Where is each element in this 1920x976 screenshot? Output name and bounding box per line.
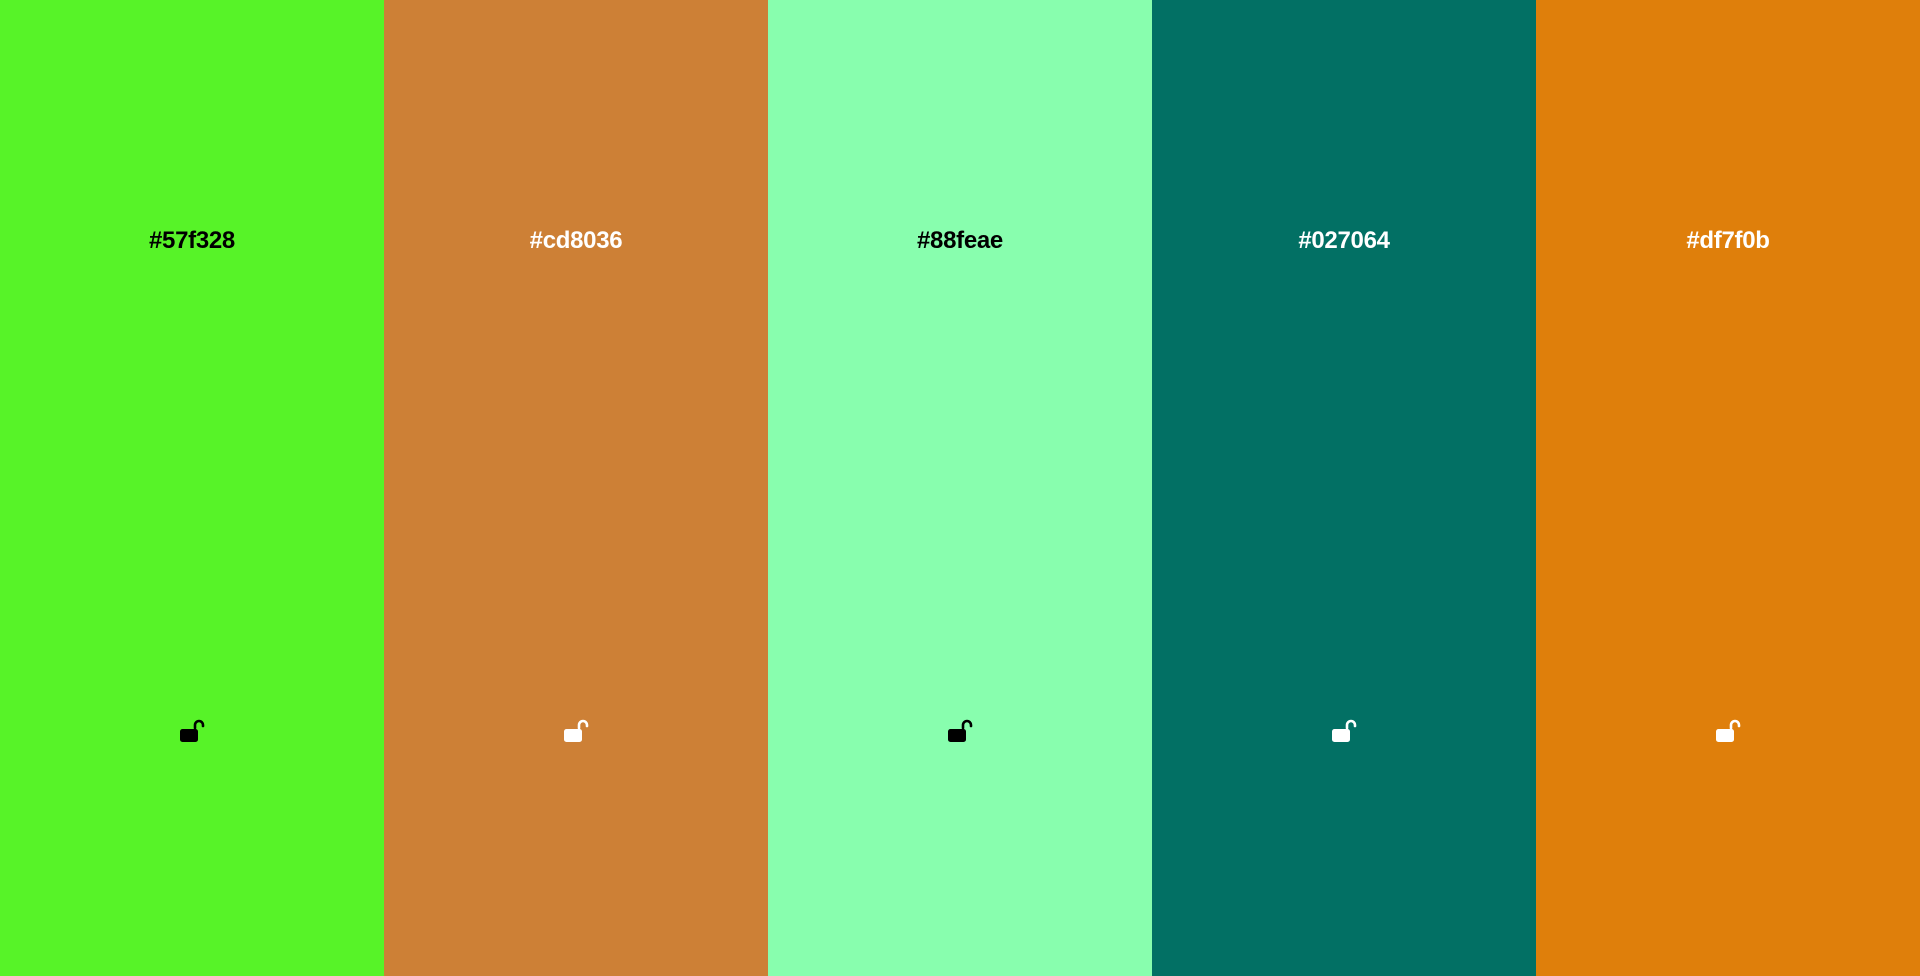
lock-toggle-button[interactable]: [943, 715, 977, 749]
color-swatch[interactable]: #027064: [1152, 0, 1536, 976]
lock-toggle-button[interactable]: [1711, 715, 1745, 749]
hex-code-label[interactable]: #88feae: [768, 225, 1152, 257]
color-palette: #57f328 #cd8036 #88feae #027064 #df7f0b: [0, 0, 1920, 976]
color-swatch[interactable]: #88feae: [768, 0, 1152, 976]
hex-code-label[interactable]: #df7f0b: [1536, 225, 1920, 257]
unlocked-padlock-icon: [945, 717, 975, 747]
color-swatch[interactable]: #57f328: [0, 0, 384, 976]
unlocked-padlock-icon: [177, 717, 207, 747]
unlocked-padlock-icon: [1713, 717, 1743, 747]
unlocked-padlock-icon: [561, 717, 591, 747]
lock-toggle-button[interactable]: [1327, 715, 1361, 749]
lock-toggle-button[interactable]: [175, 715, 209, 749]
hex-code-label[interactable]: #57f328: [0, 225, 384, 257]
unlocked-padlock-icon: [1329, 717, 1359, 747]
lock-toggle-button[interactable]: [559, 715, 593, 749]
color-swatch[interactable]: #cd8036: [384, 0, 768, 976]
color-swatch[interactable]: #df7f0b: [1536, 0, 1920, 976]
hex-code-label[interactable]: #cd8036: [384, 225, 768, 257]
hex-code-label[interactable]: #027064: [1152, 225, 1536, 257]
